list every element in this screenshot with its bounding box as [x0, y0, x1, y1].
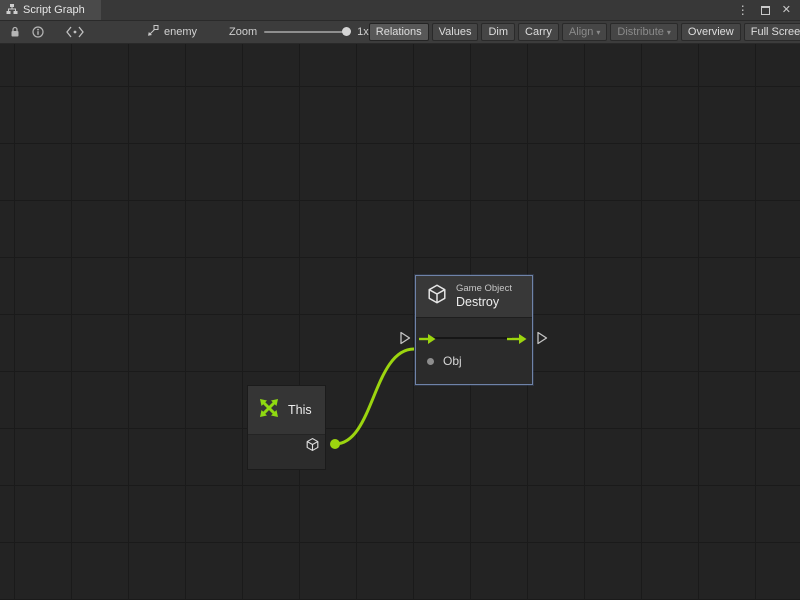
graph-name: enemy: [164, 26, 197, 38]
relations-button[interactable]: Relations: [369, 23, 429, 41]
zoom-control: Zoom 1x: [229, 26, 369, 38]
game-object-cube-icon: [426, 283, 448, 310]
node-this[interactable]: This: [247, 385, 326, 470]
toolbar-buttons: Relations Values Dim Carry Align ▾ Distr…: [369, 23, 800, 41]
this-output-cube-icon[interactable]: [305, 437, 320, 457]
title-bar: Script Graph ⋮ ✕: [0, 0, 800, 21]
graph-toolbar: enemy Zoom 1x Relations Values Dim Carry: [0, 21, 800, 44]
full-screen-button[interactable]: Full Screen: [744, 23, 800, 41]
maximize-icon[interactable]: [761, 6, 770, 15]
zoom-slider[interactable]: [264, 31, 350, 33]
destroy-node-titles: Game Object Destroy: [456, 283, 512, 311]
graph-breadcrumb[interactable]: enemy: [140, 25, 203, 40]
node-category: Game Object: [456, 283, 512, 295]
destroy-output-flow-port[interactable]: [536, 331, 548, 345]
distribute-dropdown[interactable]: Distribute ▾: [610, 23, 677, 41]
tab-title: Script Graph: [23, 4, 85, 16]
destroy-node-header: Game Object Destroy: [416, 276, 532, 318]
align-dropdown[interactable]: Align ▾: [562, 23, 607, 41]
this-arrows-icon: [256, 395, 282, 426]
flow-rail: [432, 337, 512, 339]
flow-in-arrow-icon[interactable]: [419, 332, 436, 350]
edit-unit-icon[interactable]: [60, 21, 90, 43]
destroy-flow-row: [416, 329, 532, 347]
this-to-destroy-connection[interactable]: [335, 349, 414, 444]
graph-pointer-icon: [146, 25, 159, 40]
graph-canvas[interactable]: Game Object Destroy: [0, 44, 800, 600]
info-icon[interactable]: [26, 21, 50, 43]
window-menu-icon[interactable]: ⋮: [737, 4, 749, 16]
close-icon[interactable]: ✕: [782, 5, 791, 16]
carry-button[interactable]: Carry: [518, 23, 559, 41]
node-destroy[interactable]: Game Object Destroy: [415, 275, 533, 385]
overview-button[interactable]: Overview: [681, 23, 741, 41]
zoom-value: 1x: [357, 26, 369, 38]
dim-button[interactable]: Dim: [481, 23, 515, 41]
values-button[interactable]: Values: [432, 23, 479, 41]
graph-tab-icon: [6, 3, 18, 18]
connection-layer: [0, 44, 800, 600]
script-graph-window: Script Graph ⋮ ✕: [0, 0, 800, 600]
node-title: This: [288, 403, 312, 417]
destroy-input-flow-port[interactable]: [399, 331, 411, 345]
lock-icon[interactable]: [4, 21, 26, 43]
window-controls: ⋮ ✕: [737, 0, 800, 20]
chevron-down-icon: ▾: [596, 28, 600, 37]
node-title: Destroy: [456, 295, 512, 311]
obj-port-dot[interactable]: [427, 358, 434, 365]
this-output-port[interactable]: [330, 439, 340, 449]
flow-out-arrow-icon[interactable]: [507, 332, 527, 350]
zoom-slider-handle[interactable]: [342, 27, 351, 36]
tab-script-graph[interactable]: Script Graph: [0, 0, 101, 20]
this-node-header: This: [248, 386, 325, 435]
destroy-obj-port[interactable]: Obj: [427, 354, 462, 368]
chevron-down-icon: ▾: [667, 28, 671, 37]
obj-port-label: Obj: [443, 354, 462, 368]
zoom-label: Zoom: [229, 26, 257, 38]
